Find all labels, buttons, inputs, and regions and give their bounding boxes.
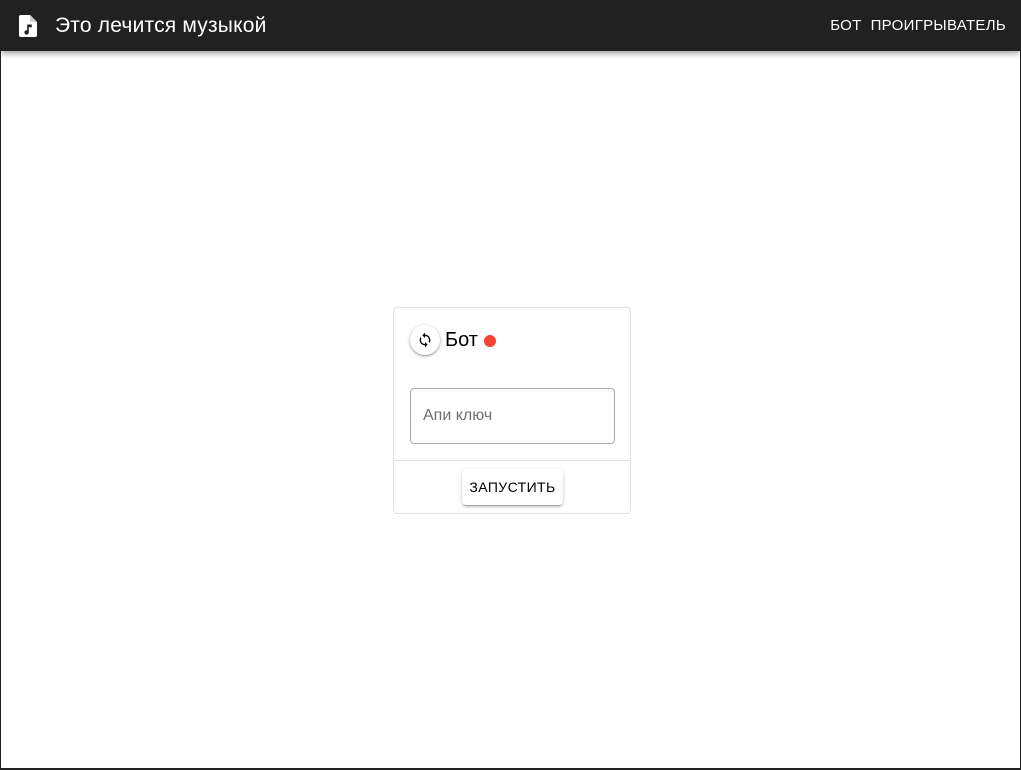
start-button[interactable]: ЗАПУСТИТЬ xyxy=(462,469,563,505)
top-nav: БОТ ПРОИГРЫВАТЕЛЬ xyxy=(830,17,1006,34)
bot-card-title: Бот xyxy=(445,329,478,351)
refresh-button[interactable] xyxy=(410,325,440,355)
bot-card-header: Бот xyxy=(410,325,496,355)
card-divider xyxy=(394,460,630,461)
refresh-icon xyxy=(417,332,433,348)
nav-link-player[interactable]: ПРОИГРЫВАТЕЛЬ xyxy=(871,17,1006,34)
api-key-input[interactable] xyxy=(410,388,615,444)
bot-card: Бот ЗАПУСТИТЬ xyxy=(393,307,631,514)
app-window: Это лечится музыкой БОТ ПРОИГРЫВАТЕЛЬ Бо… xyxy=(0,0,1021,770)
music-file-icon xyxy=(16,14,40,38)
app-title: Это лечится музыкой xyxy=(55,13,267,37)
nav-link-bot[interactable]: БОТ xyxy=(830,17,861,34)
status-indicator xyxy=(483,335,496,347)
app-bar: Это лечится музыкой БОТ ПРОИГРЫВАТЕЛЬ xyxy=(1,0,1020,51)
